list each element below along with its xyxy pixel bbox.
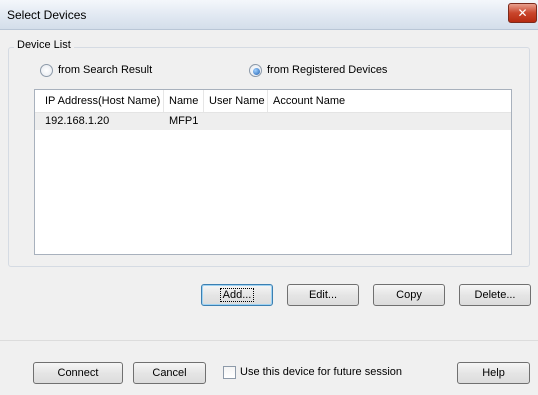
device-list-table[interactable]: IP Address(Host Name) Name User Name Acc… (34, 89, 512, 255)
column-divider[interactable] (163, 90, 164, 112)
radio-from-registered-devices-label[interactable]: from Registered Devices (267, 64, 387, 76)
help-button[interactable]: Help (457, 362, 530, 384)
close-button[interactable]: ✕ (508, 3, 537, 23)
table-row[interactable]: 192.168.1.20 MFP1 (35, 113, 511, 130)
radio-from-search-result-label[interactable]: from Search Result (58, 64, 152, 76)
edit-button[interactable]: Edit... (287, 284, 359, 306)
column-user-name[interactable]: User Name (209, 95, 265, 107)
delete-button-label: Delete... (474, 289, 516, 301)
column-account-name[interactable]: Account Name (273, 95, 345, 107)
window-title: Select Devices (7, 8, 87, 22)
edit-button-label: Edit... (308, 289, 338, 301)
column-ip-address[interactable]: IP Address(Host Name) (45, 95, 160, 107)
radio-from-registered-devices[interactable] (249, 64, 262, 77)
delete-button[interactable]: Delete... (459, 284, 531, 306)
help-button-label: Help (482, 367, 505, 379)
column-divider[interactable] (267, 90, 268, 112)
column-name[interactable]: Name (169, 95, 198, 107)
copy-button-label: Copy (396, 289, 422, 301)
device-list-group-label: Device List (14, 39, 74, 51)
cell-name: MFP1 (169, 115, 199, 127)
add-button-label: Add... (219, 288, 255, 302)
connect-button-label: Connect (57, 367, 99, 379)
connect-button[interactable]: Connect (33, 362, 123, 384)
table-header: IP Address(Host Name) Name User Name Acc… (35, 90, 511, 113)
copy-button[interactable]: Copy (373, 284, 445, 306)
cancel-button[interactable]: Cancel (133, 362, 206, 384)
close-icon: ✕ (517, 6, 528, 20)
add-button[interactable]: Add... (201, 284, 273, 306)
future-session-checkbox[interactable] (223, 366, 236, 379)
radio-from-search-result[interactable] (40, 64, 53, 77)
column-divider[interactable] (203, 90, 204, 112)
future-session-label[interactable]: Use this device for future session (240, 366, 402, 378)
cancel-button-label: Cancel (152, 367, 187, 379)
footer-separator (0, 340, 538, 341)
cell-ip-address: 192.168.1.20 (45, 115, 110, 127)
